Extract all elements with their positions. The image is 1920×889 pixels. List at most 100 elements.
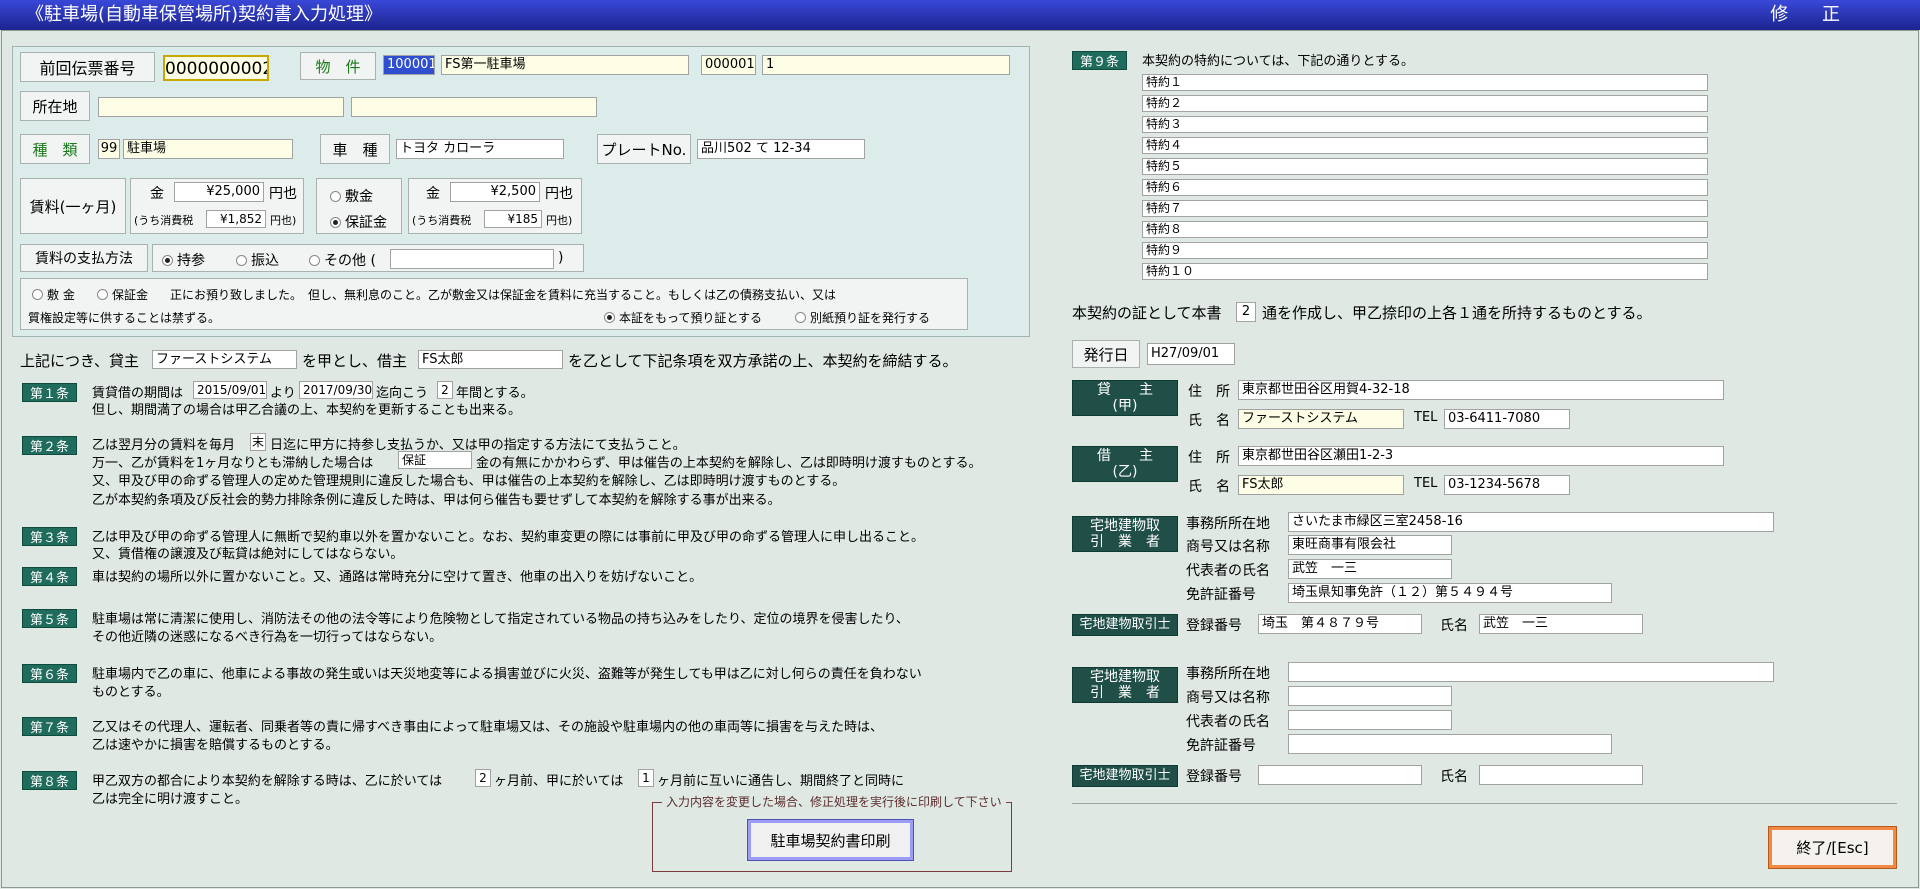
agent-2-reg-input[interactable] xyxy=(1258,765,1422,785)
broker-1-trade-label: 商号又は名称 xyxy=(1186,539,1270,555)
note-option-honsho[interactable]: 本証をもって預り証とする xyxy=(604,309,762,326)
radio-icon xyxy=(97,289,108,300)
payment-day-input[interactable]: 末 xyxy=(250,433,266,451)
prev-slip-input[interactable]: 0000000002 xyxy=(163,55,269,81)
window-title: 《駐車場(自動車保管場所)契約書入力処理》 xyxy=(26,4,383,25)
agent-1-reg-label: 登録番号 xyxy=(1186,618,1242,634)
article-3-label: 第３条 xyxy=(22,527,77,546)
broker-2-rep-label: 代表者の氏名 xyxy=(1186,714,1270,730)
special-term-input[interactable]: 特約４ xyxy=(1142,137,1708,154)
lessor-intro-input[interactable]: ファーストシステム xyxy=(152,350,297,369)
article-2-text-3: 万一、乙が賃料を1ヶ月なりとも滞納した場合は xyxy=(92,456,374,471)
special-term-input[interactable]: 特約３ xyxy=(1142,116,1708,133)
radio-selected-icon xyxy=(604,312,615,323)
broker-1-license-input[interactable]: 埼玉県知事免許（１２）第５４９４号 xyxy=(1288,583,1612,603)
broker-2-office-input[interactable] xyxy=(1288,662,1774,682)
location-label: 所在地 xyxy=(20,91,90,121)
property-sub-code-input[interactable]: 000001 xyxy=(701,55,756,75)
lessor-address-input[interactable]: 東京都世田谷区用賀4-32-18 xyxy=(1238,380,1724,400)
article-1-label: 第１条 xyxy=(22,383,77,402)
property-name-input[interactable]: FS第一駐車場 xyxy=(441,55,689,75)
type-name-input[interactable]: 駐車場 xyxy=(123,139,293,159)
car-type-input[interactable]: トヨタ カローラ xyxy=(396,139,564,159)
broker-1-office-input[interactable]: さいたま市緑区三室2458-16 xyxy=(1288,512,1774,532)
rent-unit: 円也 xyxy=(269,186,297,202)
radio-selected-icon xyxy=(162,255,173,266)
deposit-tax-input[interactable]: ¥185 xyxy=(484,210,542,228)
special-term-input[interactable]: 特約１ xyxy=(1142,74,1708,91)
broker-2-office-label: 事務所所在地 xyxy=(1186,666,1270,682)
payment-option-furikomi[interactable]: 振込 xyxy=(236,250,279,270)
lessor-tel-input[interactable]: 03-6411-7080 xyxy=(1444,409,1570,429)
intro-post: を乙として下記条項を双方承諾の上、本契約を締結する。 xyxy=(568,352,958,370)
copies-input[interactable]: 2 xyxy=(1236,302,1256,322)
broker-2-rep-input[interactable] xyxy=(1288,710,1452,730)
broker-1-rep-input[interactable]: 武笠 一三 xyxy=(1288,559,1452,579)
broker-2-license-input[interactable] xyxy=(1288,734,1612,754)
location-input-2[interactable] xyxy=(351,97,597,117)
rent-amount-input[interactable]: ¥25,000 xyxy=(174,182,264,202)
lease-years-input[interactable]: 2 xyxy=(437,381,453,399)
article-2-line-4: 乙が本契約条項及び反社会的勢力排除条例に違反した時は、甲は何ら催告も要せずして本… xyxy=(92,493,781,508)
location-input-1[interactable] xyxy=(98,97,344,117)
lessor-address-label: 住 所 xyxy=(1188,384,1230,400)
payment-other-close: ) xyxy=(558,250,564,266)
rent-tax-input[interactable]: ¥1,852 xyxy=(206,210,266,228)
lessor-name-input[interactable]: ファーストシステム xyxy=(1238,409,1404,429)
lessee-name-input[interactable]: FS太郎 xyxy=(1238,475,1404,495)
lessee-intro-input[interactable]: FS太郎 xyxy=(418,350,563,369)
special-term-input[interactable]: 特約８ xyxy=(1142,221,1708,238)
lessor-name-label: 氏 名 xyxy=(1188,413,1230,429)
property-label: 物 件 xyxy=(300,52,376,80)
deposit-option-hoshokin[interactable]: 保証金 xyxy=(330,212,387,232)
prev-slip-label: 前回伝票番号 xyxy=(20,52,155,82)
article-8-line-2: 乙は完全に明け渡すこと。 xyxy=(92,792,249,807)
lessor-notice-months-input[interactable]: 1 xyxy=(638,769,654,787)
note-text-1: 正にお預り致しました。 但し、無利息のこと。乙が敷金又は保証金を賃料に充当するこ… xyxy=(170,288,837,302)
plate-input[interactable]: 品川502 て 12-34 xyxy=(697,139,865,159)
deposit-type-input[interactable]: 保証 xyxy=(398,451,472,469)
property-sub-name-input[interactable]: 1 xyxy=(762,55,1010,75)
payment-option-jisan[interactable]: 持参 xyxy=(162,250,205,270)
end-button[interactable]: 終了/[Esc] xyxy=(1768,826,1897,869)
payment-option-other[interactable]: その他 ( xyxy=(309,250,376,270)
property-code-input[interactable]: 100001 xyxy=(383,55,435,75)
special-term-input[interactable]: 特約５ xyxy=(1142,158,1708,175)
lease-start-input[interactable]: 2015/09/01 xyxy=(193,381,267,399)
article-8-text-3: ヶ月前に互いに通告し、期間終了と同時に xyxy=(657,774,905,789)
special-term-input[interactable]: 特約１０ xyxy=(1142,263,1708,280)
payment-other-input[interactable] xyxy=(390,249,554,269)
article-1-line-2: 但し、期間満了の場合は甲乙合議の上、本契約を更新することも出来る。 xyxy=(92,403,522,418)
broker-2-trade-input[interactable] xyxy=(1288,686,1452,706)
agent-1-name-input[interactable]: 武笠 一三 xyxy=(1479,614,1643,634)
issue-date-input[interactable]: H27/09/01 xyxy=(1147,343,1235,365)
agent-1-reg-input[interactable]: 埼玉 第４８７９号 xyxy=(1258,614,1422,634)
special-term-input[interactable]: 特約７ xyxy=(1142,200,1708,217)
print-contract-button[interactable]: 駐車場契約書印刷 xyxy=(747,819,914,861)
lessee-notice-months-input[interactable]: 2 xyxy=(475,769,491,787)
deposit-amount-input[interactable]: ¥2,500 xyxy=(450,182,540,202)
agent-1-label: 宅地建物取引士 xyxy=(1072,614,1178,636)
lessee-address-input[interactable]: 東京都世田谷区瀬田1-2-3 xyxy=(1238,446,1724,466)
special-term-input[interactable]: 特約２ xyxy=(1142,95,1708,112)
lessee-address-label: 住 所 xyxy=(1188,450,1230,466)
type-code-input[interactable]: 99 xyxy=(98,139,120,159)
deposit-option-shikikin[interactable]: 敷金 xyxy=(330,186,373,206)
broker-1-trade-input[interactable]: 東旺商事有限会社 xyxy=(1288,535,1452,555)
rent-label: 賃料(一ヶ月) xyxy=(20,178,126,234)
plate-label: プレートNo. xyxy=(597,134,691,164)
agent-2-label: 宅地建物取引士 xyxy=(1072,765,1178,787)
note-option-shikikin[interactable]: 敷 金 xyxy=(32,286,75,303)
agent-2-name-input[interactable] xyxy=(1479,765,1643,785)
special-term-input[interactable]: 特約９ xyxy=(1142,242,1708,259)
radio-icon xyxy=(330,191,341,202)
note-option-hoshokin[interactable]: 保証金 xyxy=(97,286,148,303)
article-7-line-2: 乙は速やかに損害を賠償するものとする。 xyxy=(92,738,339,753)
lease-end-input[interactable]: 2017/09/30 xyxy=(299,381,373,399)
note-option-besshi[interactable]: 別紙預り証を発行する xyxy=(795,309,930,326)
article-2-label: 第２条 xyxy=(22,436,77,455)
special-term-input[interactable]: 特約６ xyxy=(1142,179,1708,196)
broker-1-rep-label: 代表者の氏名 xyxy=(1186,563,1270,579)
lessee-tel-input[interactable]: 03-1234-5678 xyxy=(1444,475,1570,495)
proof-text-1: 本契約の証として本書 xyxy=(1072,304,1222,322)
